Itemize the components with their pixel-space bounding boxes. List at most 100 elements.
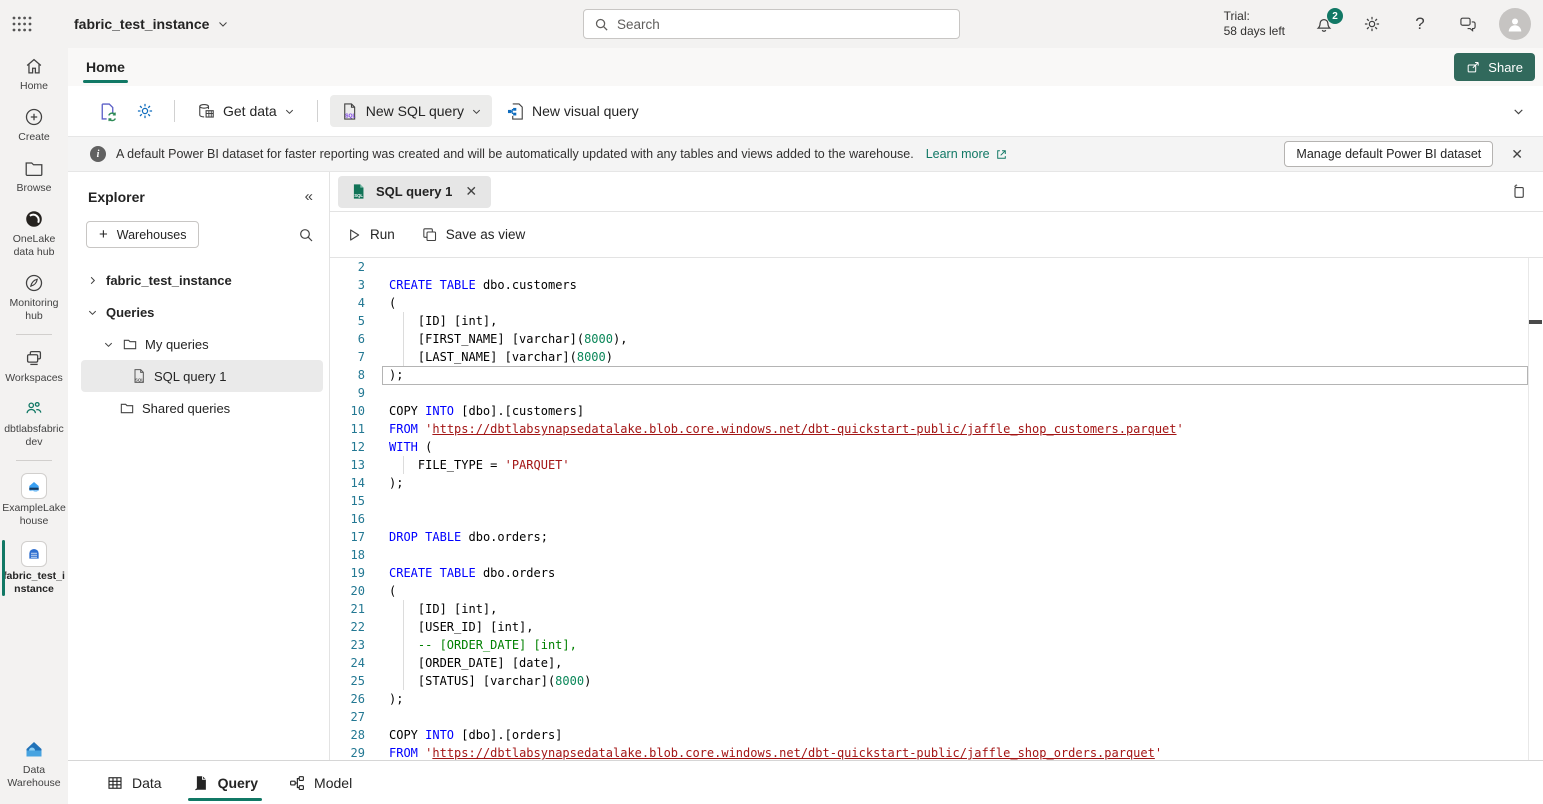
rail-item-browse[interactable]: Browse [0,150,68,201]
code-line[interactable]: 18 [330,546,1528,564]
new-visual-query-button[interactable]: New visual query [496,95,649,127]
default-dataset-banner: i A default Power BI dataset for faster … [68,136,1543,172]
warehouses-label: Warehouses [117,228,187,242]
code-line[interactable]: 22 [USER_ID] [int], [330,618,1528,636]
rail-item-dbtlabsfabricdev[interactable]: dbtlabsfabricdev [0,391,68,455]
code-text: ( [389,294,396,312]
code-line[interactable]: 23 -- [ORDER_DATE] [int], [330,636,1528,654]
explorer-tree: fabric_test_instance Queries My queries [68,264,329,424]
tree-item-shared-queries[interactable]: Shared queries [81,392,323,424]
code-line[interactable]: 24 [ORDER_DATE] [date], [330,654,1528,672]
indent-guide [403,600,404,618]
account-avatar[interactable] [1499,8,1531,40]
code-line[interactable]: 14); [330,474,1528,492]
code-line[interactable]: 20( [330,582,1528,600]
manage-default-dataset-button[interactable]: Manage default Power BI dataset [1284,141,1493,167]
code-line[interactable]: 29FROM 'https://dbtlabsynapsedatalake.bl… [330,744,1528,760]
line-number: 26 [330,690,365,708]
rail-item-create[interactable]: Create [0,99,68,150]
notifications-button[interactable]: 2 [1307,7,1341,41]
query-settings-button[interactable] [128,96,162,126]
feedback-button[interactable] [1451,7,1485,41]
settings-button[interactable] [1355,7,1389,41]
code-line[interactable]: 15 [330,492,1528,510]
collapse-panel-icon[interactable]: « [299,186,319,207]
tab-home[interactable]: Home [81,51,130,83]
code-line[interactable]: 8); [330,366,1528,384]
code-line[interactable]: 13 FILE_TYPE = 'PARQUET' [330,456,1528,474]
top-header: fabric_test_instance Trial: 58 days left… [0,0,1543,48]
code-line[interactable]: 12WITH ( [330,438,1528,456]
rail-item-fabric-test-instance[interactable]: fabric_test_instance [0,534,68,602]
tab-query[interactable]: Query [184,761,266,804]
rail-item-home[interactable]: Home [0,48,68,99]
rail-item-examplelakehouse[interactable]: ExampleLakehouse [0,466,68,534]
code-editor-area[interactable]: 23CREATE TABLE dbo.customers4(5 [ID] [in… [330,258,1543,760]
code-lines: 23CREATE TABLE dbo.customers4(5 [ID] [in… [330,258,1528,760]
rail-item-data-warehouse[interactable]: Data Warehouse [0,730,68,796]
code-line[interactable]: 28COPY INTO [dbo].[orders] [330,726,1528,744]
code-line[interactable]: 9 [330,384,1528,402]
rail-separator [16,334,52,335]
visual-query-icon [506,102,525,121]
lakehouse-icon [21,473,47,499]
rail-item-onelake-data-hub[interactable]: OneLake data hub [0,201,68,265]
add-warehouses-button[interactable]: + Warehouses [86,221,199,248]
tree-item-sql-query-1[interactable]: SQL SQL query 1 [81,360,323,392]
tree-item-warehouse[interactable]: fabric_test_instance [81,264,323,296]
learn-more-link[interactable]: Learn more [926,147,1008,161]
code-line[interactable]: 4( [330,294,1528,312]
app-launcher-icon[interactable] [0,0,44,48]
code-line[interactable]: 6 [FIRST_NAME] [varchar](8000), [330,330,1528,348]
workspace-switcher[interactable]: fabric_test_instance [74,16,229,32]
indent-guide [403,672,404,690]
close-tab-icon[interactable]: ✕ [461,181,481,202]
scrollbar-marker[interactable] [1529,320,1542,324]
query-page-icon [192,774,210,792]
header-actions: Trial: 58 days left 2 ? [1224,0,1543,48]
get-data-button[interactable]: Get data [187,95,305,127]
tree-item-my-queries[interactable]: My queries [81,328,323,360]
code-line[interactable]: 3CREATE TABLE dbo.customers [330,276,1528,294]
global-search [583,9,960,39]
editor-tab-sql-query-1[interactable]: SQL SQL query 1 ✕ [338,176,491,208]
new-sql-query-button[interactable]: SQL New SQL query [330,95,492,127]
tab-data[interactable]: Data [98,761,170,804]
code-line[interactable]: 26); [330,690,1528,708]
code-line[interactable]: 27 [330,708,1528,726]
search-input[interactable] [617,17,949,32]
code-line[interactable]: 16 [330,510,1528,528]
tree-item-queries[interactable]: Queries [81,296,323,328]
line-number: 13 [330,456,365,474]
copy-button[interactable] [1501,179,1535,205]
code-line[interactable]: 21 [ID] [int], [330,600,1528,618]
explorer-search-button[interactable] [295,224,317,246]
tab-model[interactable]: Model [280,761,360,804]
run-button[interactable]: Run [346,227,395,243]
help-button[interactable]: ? [1403,7,1437,41]
editor-scrollbar[interactable] [1528,258,1543,760]
code-line[interactable]: 11FROM 'https://dbtlabsynapsedatalake.bl… [330,420,1528,438]
trial-label: Trial: [1224,9,1285,24]
code-line[interactable]: 7 [LAST_NAME] [varchar](8000) [330,348,1528,366]
code-line[interactable]: 19CREATE TABLE dbo.orders [330,564,1528,582]
rail-label: Monitoring hub [2,297,66,323]
code-line[interactable]: 2 [330,258,1528,276]
code-line[interactable]: 25 [STATUS] [varchar](8000) [330,672,1528,690]
rail-item-monitoring-hub[interactable]: Monitoring hub [0,265,68,329]
tab-query-label: Query [218,775,258,791]
banner-close-icon[interactable]: ✕ [1503,142,1531,167]
line-number: 11 [330,420,365,438]
code-line[interactable]: 17DROP TABLE dbo.orders; [330,528,1528,546]
refresh-report-button[interactable] [90,96,124,126]
code-line[interactable]: 5 [ID] [int], [330,312,1528,330]
rail-item-workspaces[interactable]: Workspaces [0,340,68,391]
rail-label: Browse [16,182,51,195]
ribbon-collapse-button[interactable] [1503,96,1533,126]
svg-text:SQL: SQL [345,113,356,119]
line-number: 10 [330,402,365,420]
save-as-view-button[interactable]: Save as view [421,226,526,243]
code-line[interactable]: 10COPY INTO [dbo].[customers] [330,402,1528,420]
share-button[interactable]: Share [1454,53,1535,81]
rail-label: OneLake data hub [2,233,66,259]
